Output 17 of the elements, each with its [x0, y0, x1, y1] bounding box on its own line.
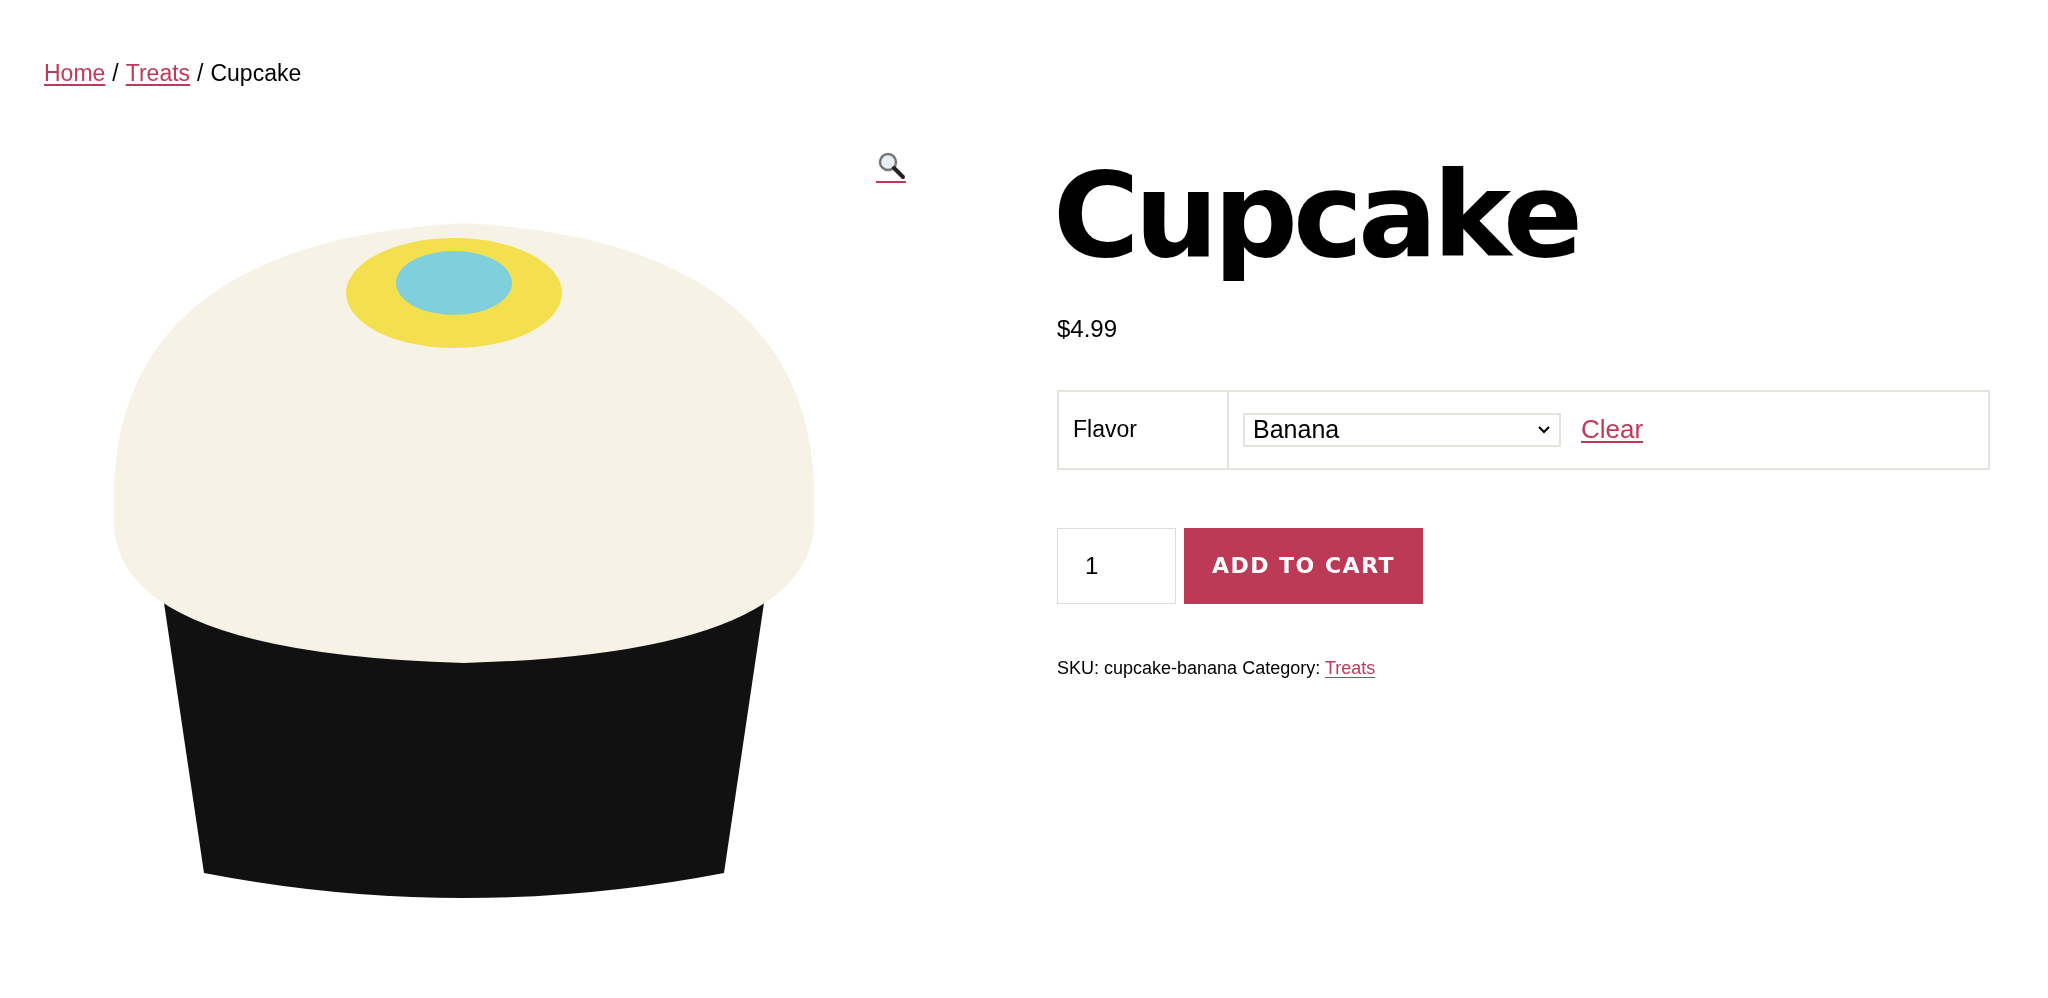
- sku-text: SKU: cupcake-banana: [1057, 657, 1238, 678]
- product-title: Cupcake: [1053, 151, 1579, 281]
- clear-link[interactable]: Clear: [1581, 414, 1644, 446]
- category-link[interactable]: Treats: [1324, 657, 1376, 678]
- category-label: Category:: [1242, 657, 1321, 678]
- breadcrumb-separator: /: [197, 60, 204, 87]
- breadcrumb-link[interactable]: Treats: [125, 60, 191, 87]
- variation-label: Flavor: [1073, 416, 1137, 443]
- chevron-down-icon: [1537, 424, 1551, 435]
- breadcrumb-separator: /: [112, 60, 119, 87]
- search-icon[interactable]: [876, 151, 906, 183]
- breadcrumb-current: Cupcake: [210, 60, 302, 87]
- add-to-cart-button[interactable]: ADD TO CART: [1184, 527, 1423, 604]
- breadcrumb-link[interactable]: Home: [44, 60, 106, 87]
- product-price: $4.99: [1057, 314, 1119, 343]
- flavor-dropdown[interactable]: Banana: [1243, 412, 1561, 447]
- quantity-field[interactable]: 1: [1057, 527, 1176, 604]
